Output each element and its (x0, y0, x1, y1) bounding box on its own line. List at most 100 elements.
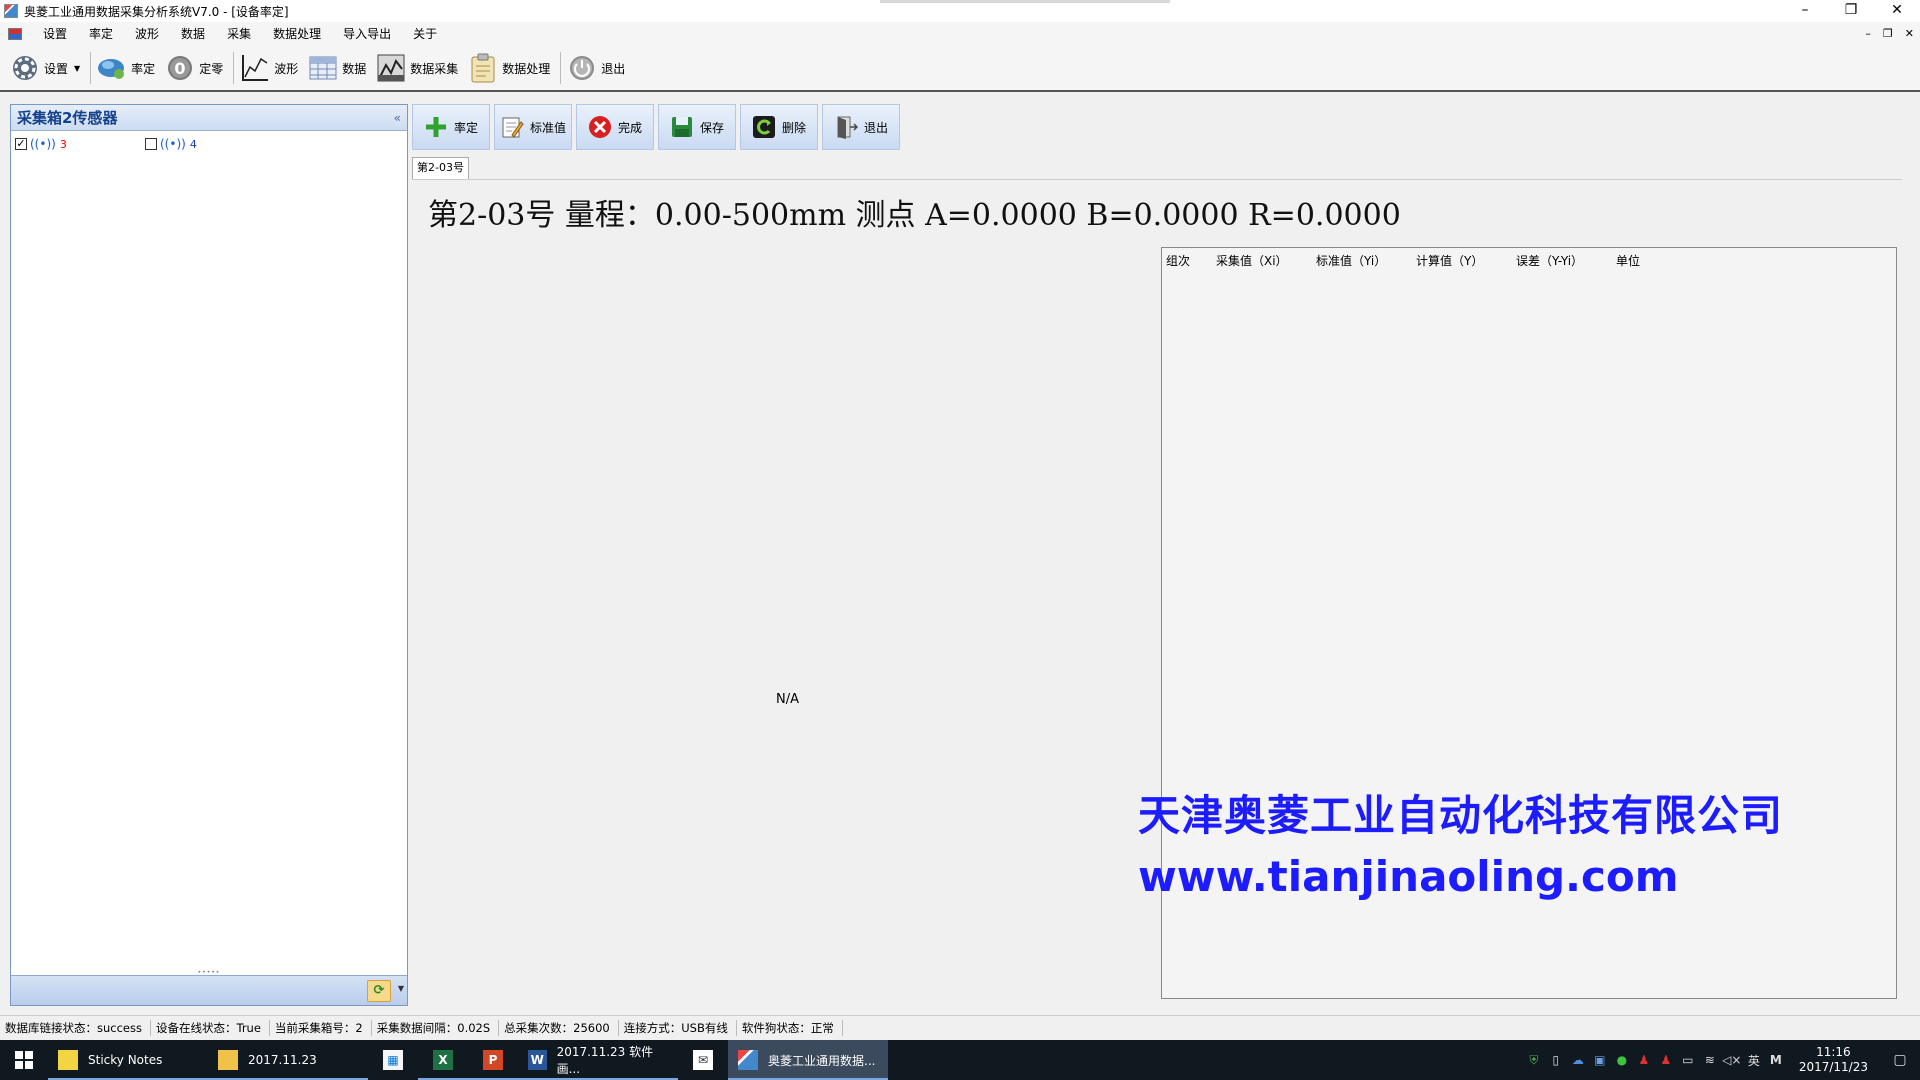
toolbar-waveform-button[interactable]: 波形 (240, 50, 298, 86)
zero-icon: 0 (165, 53, 195, 83)
mdi-minimize-button[interactable]: – (1865, 22, 1871, 46)
folder-icon (218, 1050, 238, 1070)
sensor-4-checkbox[interactable] (145, 138, 157, 150)
chevron-down-icon[interactable]: ▼ (74, 64, 80, 73)
start-button[interactable] (0, 1040, 48, 1080)
minimize-button[interactable]: – (1782, 0, 1828, 22)
calibration-actions: 率定 标准值 完成 保存 删除 退出 (412, 104, 900, 150)
clock-date: 2017/11/23 (1798, 1060, 1868, 1074)
display-icon[interactable]: ▣ (1589, 1053, 1611, 1067)
menu-calibrate[interactable]: 率定 (78, 22, 124, 46)
grid-icon (308, 53, 338, 83)
qq-icon[interactable]: ♟ (1633, 1053, 1655, 1067)
app-icon (738, 1050, 758, 1070)
mdi-close-button[interactable]: ✕ (1905, 22, 1914, 46)
mdi-restore-button[interactable]: ❐ (1883, 22, 1893, 46)
taskbar-folder[interactable]: 2017.11.23 (208, 1040, 368, 1080)
calibration-chart: N/A (412, 248, 1152, 998)
menu-waveform[interactable]: 波形 (124, 22, 170, 46)
notification-icon[interactable]: ▢ (1880, 1052, 1920, 1068)
svg-text:0: 0 (175, 59, 186, 78)
column-header-group[interactable]: 组次 (1166, 252, 1216, 269)
column-header-unit[interactable]: 单位 (1616, 252, 1676, 269)
signal-icon: ((•)) (160, 137, 186, 151)
ime-indicator[interactable]: 英 (1743, 1052, 1765, 1069)
toolbar-calibrate-label: 率定 (131, 61, 156, 76)
toolbar-zero-label: 定零 (199, 61, 224, 76)
word-icon: W (528, 1050, 547, 1070)
exit-door-icon (834, 115, 858, 139)
menu-import-export[interactable]: 导入导出 (332, 22, 402, 46)
delete-button-label: 删除 (781, 120, 806, 135)
menu-about[interactable]: 关于 (402, 22, 448, 46)
excel-icon: X (433, 1050, 453, 1070)
refresh-icon[interactable]: ⟳ (367, 980, 391, 1002)
exit-button[interactable]: 退出 (822, 104, 900, 150)
calibration-headline: 第2-03号 量程：0.00-500mm 测点 A=0.0000 B=0.000… (428, 198, 1401, 233)
clock[interactable]: 11:16 2017/11/23 (1787, 1045, 1880, 1075)
finish-button[interactable]: 完成 (576, 104, 654, 150)
taskbar-powerpoint[interactable]: P (468, 1040, 518, 1080)
toolbar-exit-button[interactable]: 退出 (567, 50, 625, 86)
toolbar-acquire-label: 数据采集 (410, 61, 459, 76)
toolbar-processing-button[interactable]: 数据处理 (468, 50, 550, 86)
status-bar: 数据库链接状态：success 设备在线状态：True 当前采集箱号：2 采集数… (0, 1015, 1920, 1040)
taskbar-folder-label: 2017.11.23 (248, 1053, 317, 1067)
gear-icon (10, 53, 40, 83)
toolbar-settings-button[interactable]: 设置 ▼ (10, 50, 80, 86)
sensor-item-3[interactable]: ✓ ((•)) 3 (15, 137, 145, 151)
acquire-icon (376, 53, 406, 83)
cloud-icon[interactable]: ☁ (1567, 1053, 1589, 1067)
tab-sensor-2-03[interactable]: 第2-03号 (412, 157, 469, 179)
toolbar-calibrate-button[interactable]: 率定 (97, 50, 155, 86)
store-icon: ▦ (383, 1050, 403, 1070)
taskbar-word-label: 2017.11.23 软件画... (556, 1045, 654, 1076)
wechat-icon[interactable]: ● (1611, 1053, 1633, 1067)
column-header-error[interactable]: 误差（Y-Yi） (1516, 252, 1616, 269)
delete-button[interactable]: 删除 (740, 104, 818, 150)
column-header-acquired[interactable]: 采集值（Xi） (1216, 252, 1316, 269)
taskbar-sticky-notes[interactable]: Sticky Notes (48, 1040, 208, 1080)
column-header-standard[interactable]: 标准值（Yi） (1316, 252, 1416, 269)
calibrate-button[interactable]: 率定 (412, 104, 490, 150)
shield-icon[interactable]: ⛨ (1523, 1053, 1545, 1068)
clipboard-icon (468, 53, 498, 83)
power-icon (567, 53, 597, 83)
company-watermark: 天津奥菱工业自动化科技有限公司 (1138, 791, 1784, 840)
close-button[interactable]: ✕ (1874, 0, 1920, 22)
taskbar-mail[interactable]: ✉ (678, 1040, 728, 1080)
taskbar-excel[interactable]: X (418, 1040, 468, 1080)
input-method-icon[interactable]: M (1765, 1053, 1787, 1067)
sensor-3-label: 3 (59, 137, 67, 151)
qq-alt-icon[interactable]: ♟ (1655, 1053, 1677, 1067)
mdi-system-menu-icon[interactable] (8, 28, 22, 40)
save-button[interactable]: 保存 (658, 104, 736, 150)
sensor-item-4[interactable]: ((•)) 4 (145, 137, 275, 151)
battery-icon[interactable]: ▭ (1677, 1053, 1699, 1067)
standard-value-button[interactable]: 标准值 (494, 104, 572, 150)
window-title: 奥菱工业通用数据采集分析系统V7.0 - [设备率定] (24, 4, 289, 19)
sensor-3-checkbox[interactable]: ✓ (15, 138, 27, 150)
usb-icon[interactable]: ▯ (1545, 1053, 1567, 1067)
volume-mute-icon[interactable]: ◁× (1721, 1053, 1743, 1067)
toolbar-data-button[interactable]: 数据 (308, 50, 366, 86)
menu-acquire[interactable]: 采集 (216, 22, 262, 46)
title-drag-indicator (880, 0, 1170, 3)
windows-icon (15, 1051, 33, 1069)
taskbar-app-label: 奥菱工业通用数据... (768, 1053, 876, 1068)
collapse-icon[interactable]: « (394, 111, 401, 125)
column-header-calculated[interactable]: 计算值（Y） (1416, 252, 1516, 269)
restore-button[interactable]: ❐ (1828, 0, 1874, 22)
menu-data[interactable]: 数据 (170, 22, 216, 46)
taskbar-app[interactable]: 奥菱工业通用数据... (728, 1040, 888, 1080)
toolbar-zero-button[interactable]: 0 定零 (165, 50, 223, 86)
chevron-down-icon[interactable]: ▼ (398, 984, 404, 993)
toolbar-acquire-button[interactable]: 数据采集 (376, 50, 458, 86)
menu-settings[interactable]: 设置 (32, 22, 78, 46)
sticky-notes-icon (58, 1050, 78, 1070)
taskbar-store[interactable]: ▦ (368, 1040, 418, 1080)
taskbar-sticky-notes-label: Sticky Notes (88, 1053, 163, 1067)
taskbar-word[interactable]: W 2017.11.23 软件画... (518, 1040, 678, 1080)
wifi-icon[interactable]: ≋ (1699, 1053, 1721, 1067)
menu-data-processing[interactable]: 数据处理 (262, 22, 332, 46)
